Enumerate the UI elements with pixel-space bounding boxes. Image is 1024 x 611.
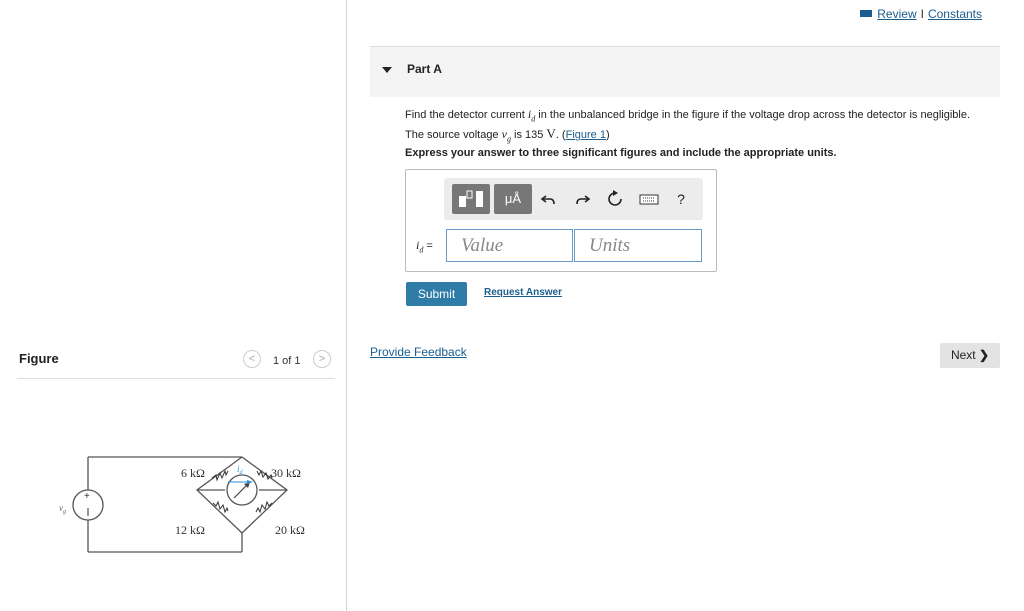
next-button[interactable]: Next ❯ — [940, 343, 1000, 368]
current-label: id — [237, 464, 244, 476]
next-figure-button[interactable]: > — [313, 350, 331, 368]
submit-button[interactable]: Submit — [406, 282, 467, 306]
templates-button[interactable] — [452, 184, 490, 214]
redo-icon[interactable] — [571, 188, 593, 210]
panel-divider — [346, 0, 347, 611]
resistor-label-6k: 6 kΩ — [181, 466, 205, 480]
answer-variable-label: id = — [416, 238, 433, 255]
next-label: Next — [950, 348, 976, 362]
question-text: Find the detector current id in the unba… — [405, 107, 971, 144]
book-icon — [860, 10, 873, 17]
math-toolbar: μÅ ? — [444, 178, 703, 220]
figure-header: Figure < 1 of 1 > — [17, 344, 335, 379]
units-button[interactable]: μÅ — [494, 184, 532, 214]
templates-icon — [459, 190, 483, 207]
bridge-circuit-figure: + vg id 6 kΩ 30 kΩ 12 kΩ 20 kΩ — [59, 456, 305, 553]
figure-1-link[interactable]: Figure 1 — [566, 129, 606, 141]
constants-link[interactable]: Constants — [928, 7, 982, 21]
part-a-header[interactable]: Part A — [370, 47, 1000, 97]
figure-panel: Figure < 1 of 1 > + vg id 6 kΩ 30 kΩ 12 … — [0, 0, 346, 611]
top-links: Review I Constants — [860, 7, 982, 21]
instruction-text: Express your answer to three significant… — [405, 147, 837, 159]
resistor-6k — [211, 469, 229, 482]
source-plus-sign: + — [84, 491, 90, 502]
figure-pager: 1 of 1 — [273, 355, 301, 367]
source-label: vg — [59, 503, 66, 515]
resistor-label-20k: 20 kΩ — [275, 523, 305, 537]
unit-v: V — [546, 126, 556, 142]
reset-icon[interactable] — [604, 188, 626, 210]
review-link[interactable]: Review — [877, 7, 916, 21]
collapse-caret-icon[interactable] — [382, 67, 392, 73]
request-answer-link[interactable]: Request Answer — [484, 287, 562, 298]
chevron-right-icon: ❯ — [978, 348, 990, 362]
provide-feedback-link[interactable]: Provide Feedback — [370, 345, 467, 359]
link-separator: I — [920, 7, 924, 21]
figure-title: Figure — [19, 351, 59, 366]
resistor-label-30k: 30 kΩ — [271, 466, 301, 480]
var-vg: vg — [501, 127, 511, 144]
help-icon[interactable]: ? — [670, 188, 692, 210]
units-input[interactable]: Units — [574, 229, 702, 262]
keyboard-icon[interactable] — [638, 188, 660, 210]
part-title: Part A — [407, 62, 442, 76]
previous-figure-button[interactable]: < — [243, 350, 261, 368]
answer-box: μÅ ? id = Value Units — [405, 169, 717, 272]
undo-icon[interactable] — [538, 188, 560, 210]
value-input[interactable]: Value — [446, 229, 573, 262]
resistor-label-12k: 12 kΩ — [175, 523, 205, 537]
